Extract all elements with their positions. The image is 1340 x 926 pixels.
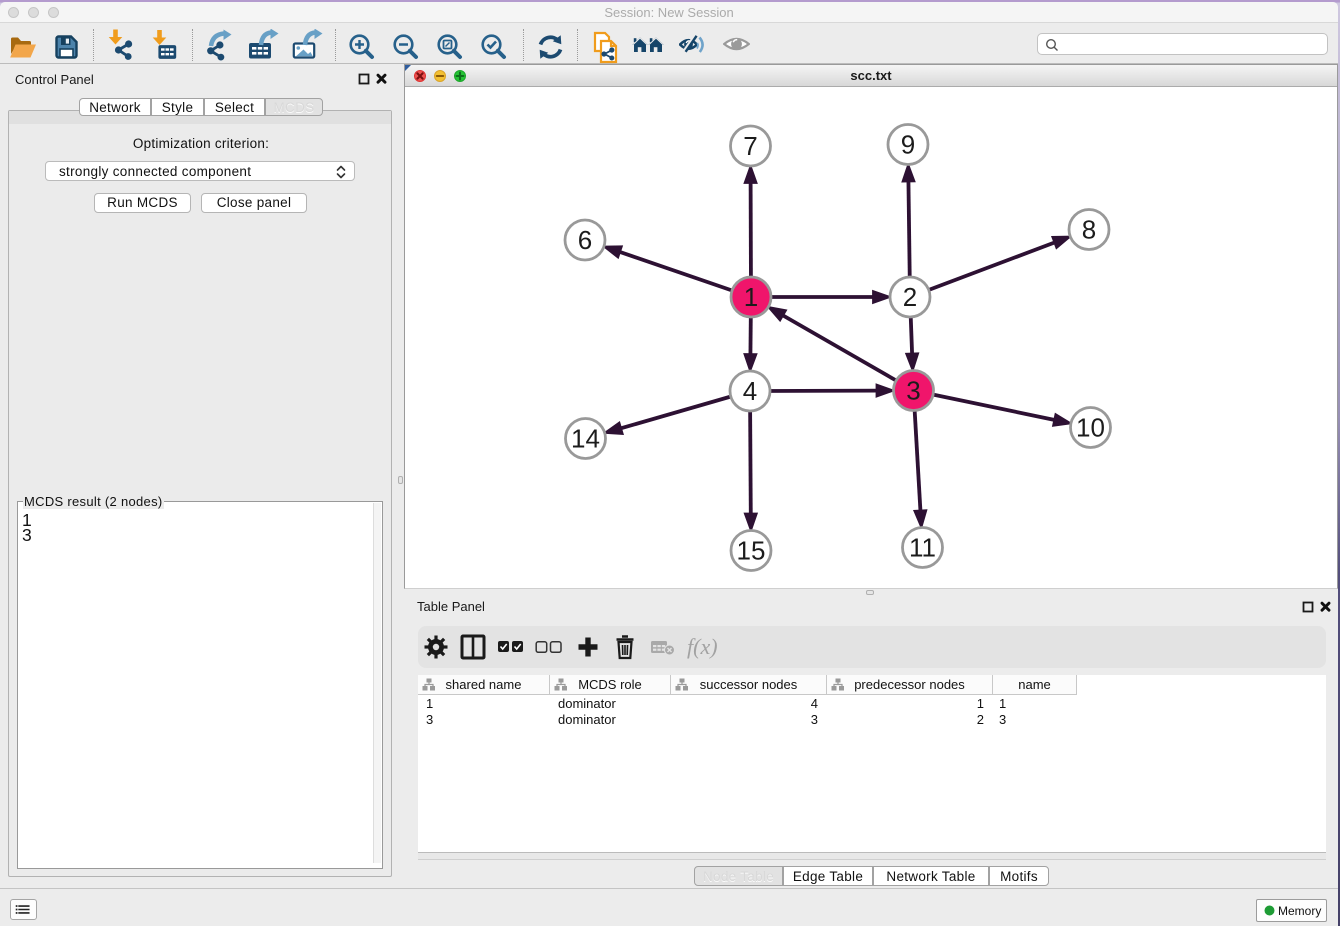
svg-text:1: 1 [744, 282, 758, 312]
svg-text:4: 4 [743, 376, 757, 406]
svg-text:11: 11 [909, 533, 936, 563]
svg-text:15: 15 [737, 536, 766, 566]
svg-text:9: 9 [901, 130, 915, 160]
svg-text:2: 2 [903, 282, 917, 312]
svg-text:7: 7 [743, 131, 757, 161]
svg-text:6: 6 [578, 225, 592, 255]
svg-text:8: 8 [1082, 215, 1096, 245]
svg-text:3: 3 [906, 376, 920, 406]
svg-text:10: 10 [1076, 413, 1105, 443]
svg-text:14: 14 [571, 424, 600, 454]
